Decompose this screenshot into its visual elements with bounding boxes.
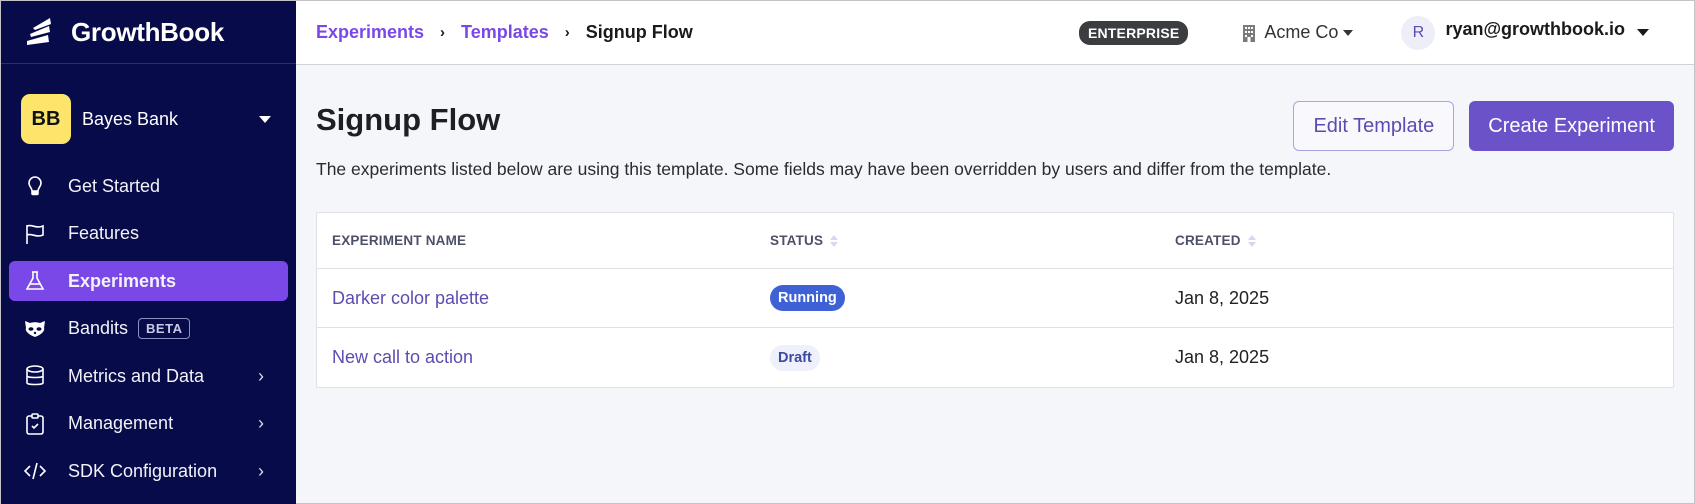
- flag-icon: [22, 221, 48, 247]
- sidebar: GrowthBook BB Bayes Bank Get Started Fea…: [1, 1, 296, 504]
- sidebar-item-label: Bandits: [68, 318, 129, 338]
- org-avatar: BB: [21, 94, 71, 144]
- chevron-right-icon: ›: [564, 24, 570, 41]
- sidebar-item-management[interactable]: Management ›: [9, 404, 288, 444]
- brand-name: GrowthBook: [71, 16, 224, 47]
- table-header: EXPERIMENT NAME STATUS CREATED: [317, 213, 1673, 269]
- caret-down-icon: [259, 115, 271, 123]
- sidebar-item-experiments[interactable]: Experiments: [9, 261, 288, 301]
- clipboard-check-icon: [22, 411, 48, 437]
- experiment-name-link[interactable]: Darker color palette: [332, 288, 489, 308]
- breadcrumb: Experiments › Templates › Signup Flow: [316, 22, 693, 43]
- table-row: New call to action Draft Jan 8, 2025: [317, 328, 1673, 387]
- sidebar-item-label: Management: [68, 413, 174, 433]
- sidebar-item-get-started[interactable]: Get Started: [9, 166, 288, 206]
- user-menu[interactable]: R ryan@growthbook.io: [1401, 15, 1649, 50]
- column-header-name: EXPERIMENT NAME: [332, 233, 467, 248]
- lightbulb-icon: [22, 173, 48, 199]
- flask-icon: [22, 268, 48, 294]
- sort-icon[interactable]: [830, 234, 839, 247]
- breadcrumb-current: Signup Flow: [585, 22, 693, 42]
- column-header-status[interactable]: STATUS: [770, 233, 1175, 248]
- create-experiment-button[interactable]: Create Experiment: [1469, 101, 1674, 151]
- sort-icon[interactable]: [1247, 234, 1256, 247]
- organization-dropdown[interactable]: Acme Co: [1242, 22, 1354, 43]
- chevron-right-icon: ›: [258, 365, 264, 386]
- organization-name: Acme Co: [1264, 22, 1339, 42]
- growthbook-logo-icon: [27, 18, 51, 45]
- code-icon: [22, 458, 48, 484]
- chevron-right-icon: ›: [440, 24, 446, 41]
- page-actions: Edit Template Create Experiment: [1293, 101, 1674, 151]
- sidebar-item-label: Features: [68, 223, 140, 243]
- created-date: Jan 8, 2025: [1175, 347, 1270, 367]
- user-email: ryan@growthbook.io: [1445, 19, 1625, 39]
- org-name: Bayes Bank: [82, 108, 179, 129]
- sidebar-item-label: Experiments: [68, 270, 177, 291]
- building-icon: [1243, 24, 1256, 42]
- org-switcher[interactable]: BB Bayes Bank: [1, 94, 296, 144]
- table-row: Darker color palette Running Jan 8, 2025: [317, 269, 1673, 328]
- sidebar-item-label: SDK Configuration: [68, 460, 218, 481]
- sidebar-item-metrics-and-data[interactable]: Metrics and Data ›: [9, 356, 288, 396]
- sidebar-item-label: Get Started: [68, 175, 161, 196]
- sidebar-item-features[interactable]: Features: [9, 214, 288, 254]
- sidebar-item-sdk-configuration[interactable]: SDK Configuration ›: [9, 451, 288, 491]
- user-avatar: R: [1401, 15, 1436, 50]
- status-badge: Draft: [770, 344, 820, 371]
- beta-badge: BETA: [138, 318, 191, 339]
- sidebar-item-bandits[interactable]: Bandits BETA: [9, 309, 288, 349]
- caret-down-icon: [1637, 29, 1649, 36]
- page-title: Signup Flow: [316, 102, 501, 137]
- plan-badge: ENTERPRISE: [1078, 20, 1189, 45]
- chevron-right-icon: ›: [258, 460, 264, 481]
- sidebar-item-label: Metrics and Data: [68, 365, 205, 386]
- raccoon-icon: [22, 316, 48, 342]
- breadcrumb-experiments[interactable]: Experiments: [316, 22, 424, 43]
- column-header-created[interactable]: CREATED: [1175, 233, 1673, 248]
- page-description: The experiments listed below are using t…: [316, 159, 1332, 179]
- top-bar: Experiments › Templates › Signup Flow EN…: [296, 1, 1694, 65]
- edit-template-button[interactable]: Edit Template: [1293, 101, 1455, 151]
- experiments-table: EXPERIMENT NAME STATUS CREATED Darker co…: [316, 212, 1674, 388]
- status-badge: Running: [770, 285, 845, 311]
- sidebar-nav: Get Started Features Experiments Bandits…: [1, 166, 296, 491]
- created-date: Jan 8, 2025: [1175, 287, 1270, 308]
- brand[interactable]: GrowthBook: [1, 1, 296, 64]
- experiment-name-link[interactable]: New call to action: [332, 347, 473, 367]
- database-icon: [22, 363, 48, 389]
- chevron-right-icon: ›: [258, 413, 264, 433]
- breadcrumb-templates[interactable]: Templates: [461, 22, 549, 43]
- caret-down-icon: [1343, 29, 1354, 36]
